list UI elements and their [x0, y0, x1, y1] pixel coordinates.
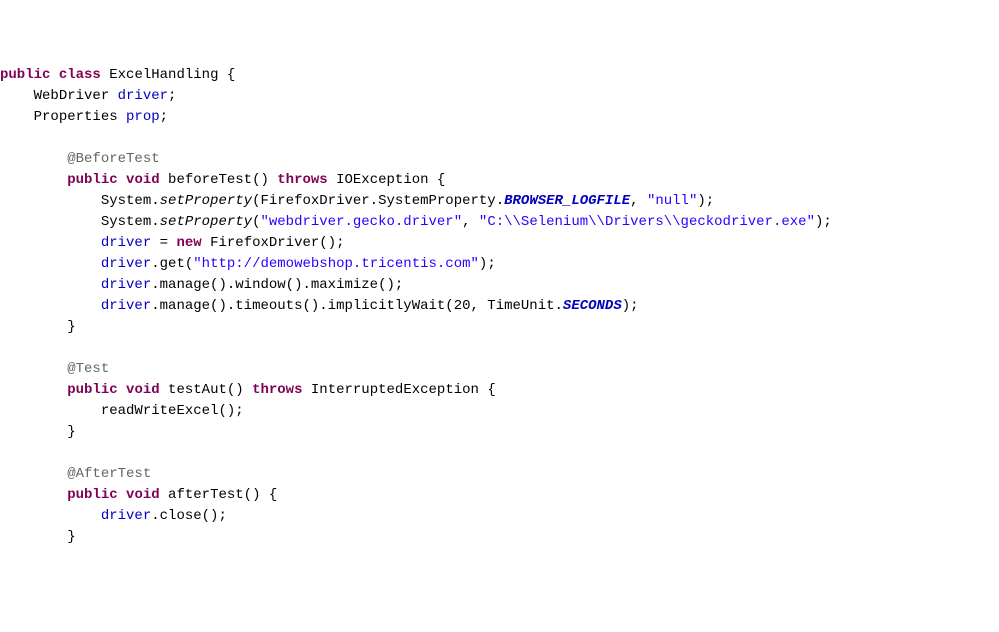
keyword-public: public [67, 382, 117, 398]
keyword-class: class [59, 67, 101, 83]
code-line: driver.close(); [0, 508, 227, 524]
static-method: setProperty [160, 193, 252, 209]
field-driver: driver [101, 235, 151, 251]
string-literal: "C:\\Selenium\\Drivers\\geckodriver.exe" [479, 214, 815, 230]
method-name: beforeTest() [160, 172, 278, 188]
code-line: driver.manage().window().maximize(); [0, 277, 403, 293]
field-driver: driver [101, 277, 151, 293]
code-line: public void testAut() throws Interrupted… [0, 382, 496, 398]
method-call: readWriteExcel(); [101, 403, 244, 419]
keyword-public: public [0, 67, 50, 83]
field-driver: driver [101, 298, 151, 314]
field-prop: prop [126, 109, 160, 125]
type: WebDriver [34, 88, 118, 104]
type: Properties [34, 109, 126, 125]
code-line: System.setProperty("webdriver.gecko.driv… [0, 214, 832, 230]
code-line: public void afterTest() { [0, 487, 277, 503]
code-line: WebDriver driver; [0, 88, 176, 104]
keyword-throws: throws [252, 382, 302, 398]
code-line: driver.manage().timeouts().implicitlyWai… [0, 298, 639, 314]
code-line: } [0, 319, 76, 335]
code-line: public class ExcelHandling { [0, 67, 235, 83]
annotation-test: @Test [67, 361, 109, 377]
method-name: afterTest() { [160, 487, 278, 503]
code-line: @BeforeTest [0, 151, 160, 167]
code-line: } [0, 424, 76, 440]
keyword-new: new [176, 235, 201, 251]
keyword-public: public [67, 172, 117, 188]
method-name: testAut() [160, 382, 252, 398]
keyword-throws: throws [277, 172, 327, 188]
code-line: driver = new FirefoxDriver(); [0, 235, 345, 251]
field-driver: driver [101, 508, 151, 524]
code-line: @Test [0, 361, 109, 377]
keyword-void: void [126, 487, 160, 503]
annotation-aftertest: @AfterTest [67, 466, 151, 482]
annotation-beforetest: @BeforeTest [67, 151, 159, 167]
code-line: driver.get("http://demowebshop.tricentis… [0, 256, 496, 272]
keyword-void: void [126, 382, 160, 398]
keyword-public: public [67, 487, 117, 503]
constant: BROWSER_LOGFILE [504, 193, 630, 209]
code-line: System.setProperty(FirefoxDriver.SystemP… [0, 193, 714, 209]
code-line: public void beforeTest() throws IOExcept… [0, 172, 445, 188]
code-line: @AfterTest [0, 466, 151, 482]
field-driver: driver [118, 88, 168, 104]
code-line: Properties prop; [0, 109, 168, 125]
class-name: ExcelHandling [109, 67, 218, 83]
static-method: setProperty [160, 214, 252, 230]
string-literal: "null" [647, 193, 697, 209]
string-literal: "webdriver.gecko.driver" [260, 214, 462, 230]
keyword-void: void [126, 172, 160, 188]
code-line: readWriteExcel(); [0, 403, 244, 419]
field-driver: driver [101, 256, 151, 272]
string-literal: "http://demowebshop.tricentis.com" [193, 256, 479, 272]
constant: SECONDS [563, 298, 622, 314]
code-line: } [0, 529, 76, 545]
code-editor[interactable]: public class ExcelHandling { WebDriver d… [0, 63, 999, 548]
